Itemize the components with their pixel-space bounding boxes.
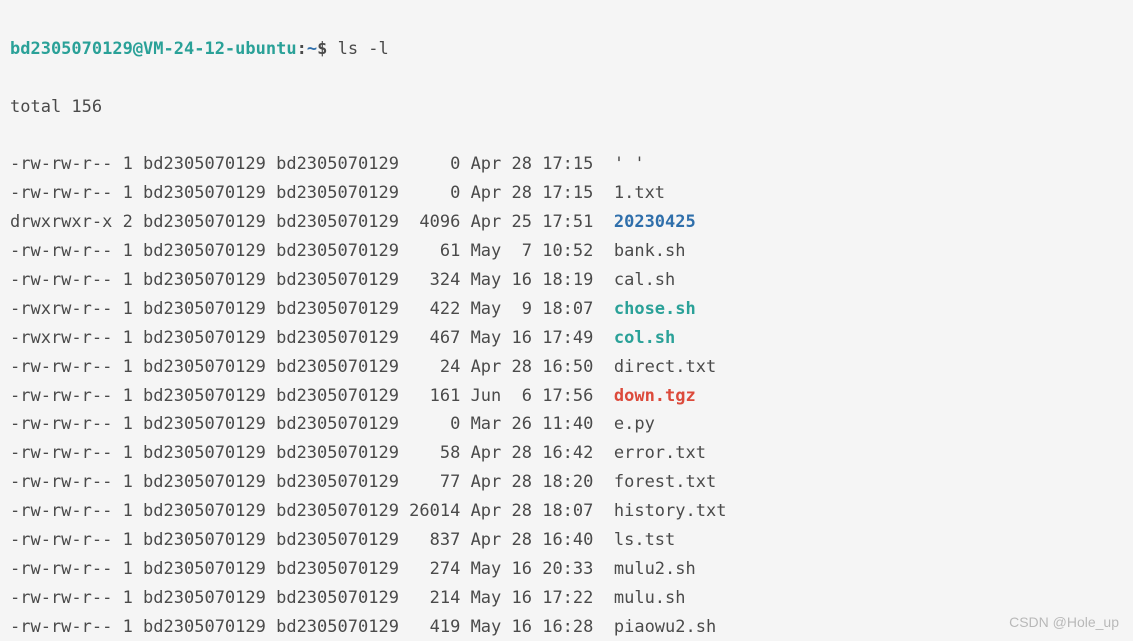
prompt-line: bd2305070129@VM-24-12-ubuntu:~$ ls -l	[10, 35, 1123, 64]
file-name: 1.txt	[614, 183, 665, 203]
prompt-path: ~	[307, 39, 317, 59]
list-row: -rw-rw-r-- 1 bd2305070129 bd2305070129 4…	[10, 613, 1123, 641]
file-name: 20230425	[614, 212, 696, 232]
file-name: mulu.sh	[614, 588, 686, 608]
list-row: drwxrwxr-x 2 bd2305070129 bd2305070129 4…	[10, 208, 1123, 237]
list-row: -rw-rw-r-- 1 bd2305070129 bd2305070129 0…	[10, 410, 1123, 439]
file-name: forest.txt	[614, 472, 716, 492]
list-row: -rw-rw-r-- 1 bd2305070129 bd2305070129 1…	[10, 382, 1123, 411]
file-name: down.tgz	[614, 386, 696, 406]
file-name: col.sh	[614, 328, 675, 348]
file-name: cal.sh	[614, 270, 675, 290]
file-name: history.txt	[614, 501, 727, 521]
list-row: -rw-rw-r-- 1 bd2305070129 bd2305070129 2…	[10, 555, 1123, 584]
terminal[interactable]: bd2305070129@VM-24-12-ubuntu:~$ ls -l to…	[0, 0, 1133, 641]
list-row: -rw-rw-r-- 1 bd2305070129 bd2305070129 8…	[10, 526, 1123, 555]
list-row: -rw-rw-r-- 1 bd2305070129 bd2305070129 6…	[10, 237, 1123, 266]
file-name: direct.txt	[614, 357, 716, 377]
file-name: ' '	[614, 154, 645, 174]
list-row: -rw-rw-r-- 1 bd2305070129 bd2305070129 7…	[10, 468, 1123, 497]
file-name: e.py	[614, 414, 655, 434]
list-row: -rw-rw-r-- 1 bd2305070129 bd2305070129 3…	[10, 266, 1123, 295]
command-text: ls -l	[338, 39, 389, 59]
file-name: bank.sh	[614, 241, 686, 261]
total-line: total 156	[10, 93, 1123, 122]
list-row: -rw-rw-r-- 1 bd2305070129 bd2305070129 0…	[10, 150, 1123, 179]
file-name: ls.tst	[614, 530, 675, 550]
prompt-user-host: bd2305070129@VM-24-12-ubuntu	[10, 39, 297, 59]
watermark: CSDN @Hole_up	[1009, 611, 1119, 635]
prompt-colon: :	[297, 39, 307, 59]
list-row: -rw-rw-r-- 1 bd2305070129 bd2305070129 5…	[10, 439, 1123, 468]
list-row: -rw-rw-r-- 1 bd2305070129 bd2305070129 0…	[10, 179, 1123, 208]
list-row: -rwxrw-r-- 1 bd2305070129 bd2305070129 4…	[10, 295, 1123, 324]
list-row: -rw-rw-r-- 1 bd2305070129 bd2305070129 2…	[10, 353, 1123, 382]
file-name: error.txt	[614, 443, 706, 463]
prompt-dollar: $	[317, 39, 327, 59]
file-name: mulu2.sh	[614, 559, 696, 579]
file-name: piaowu2.sh	[614, 617, 716, 637]
list-row: -rwxrw-r-- 1 bd2305070129 bd2305070129 4…	[10, 324, 1123, 353]
file-name: chose.sh	[614, 299, 696, 319]
list-row: -rw-rw-r-- 1 bd2305070129 bd2305070129 2…	[10, 584, 1123, 613]
file-listing: -rw-rw-r-- 1 bd2305070129 bd2305070129 0…	[10, 150, 1123, 641]
list-row: -rw-rw-r-- 1 bd2305070129 bd2305070129 2…	[10, 497, 1123, 526]
